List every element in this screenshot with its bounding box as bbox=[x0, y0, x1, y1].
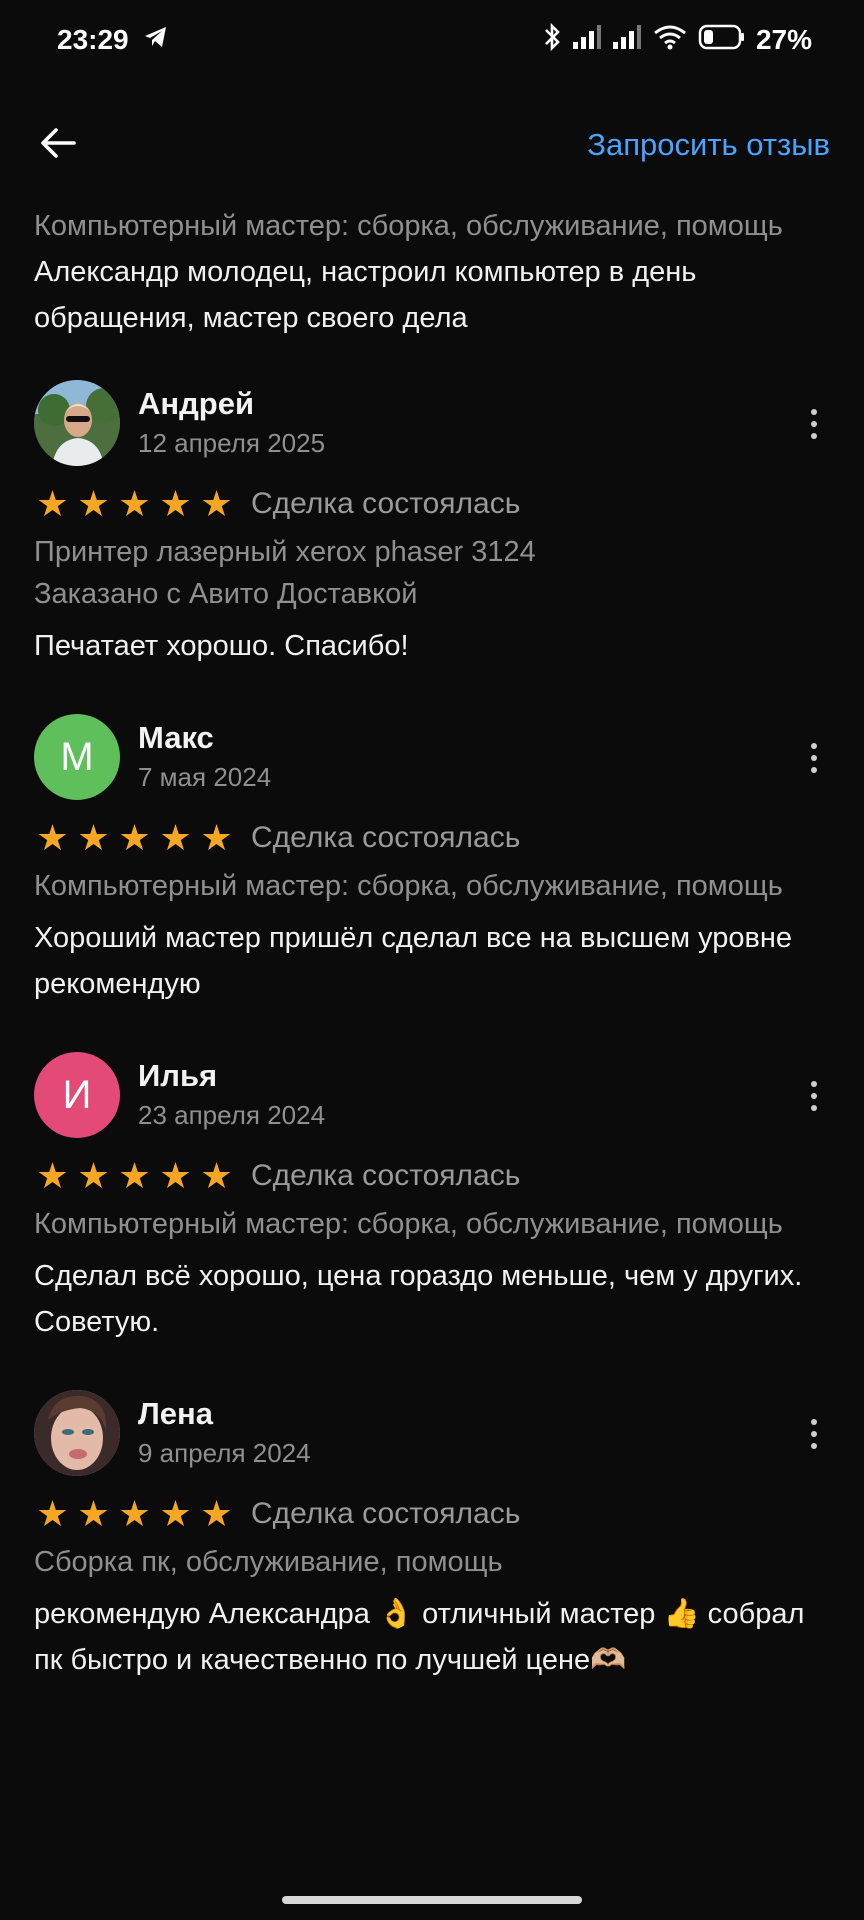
star-icon: ★ bbox=[36, 1155, 69, 1196]
review-date: 9 апреля 2024 bbox=[138, 1438, 311, 1468]
more-options-button[interactable] bbox=[794, 1071, 834, 1121]
star-icon: ★ bbox=[77, 817, 110, 858]
star-icon: ★ bbox=[200, 1155, 233, 1196]
star-icon: ★ bbox=[118, 1155, 151, 1196]
review-date: 12 апреля 2025 bbox=[138, 428, 326, 458]
review-date: 23 апреля 2024 bbox=[138, 1100, 326, 1130]
star-icon: ★ bbox=[200, 483, 233, 524]
battery-percent: 27% bbox=[755, 24, 812, 55]
avatar-letter: И bbox=[62, 1072, 92, 1117]
review-service: Компьютерный мастер: сборка, обслуживани… bbox=[34, 210, 783, 242]
reviews-list: Компьютерный мастер: сборка, обслуживани… bbox=[34, 205, 834, 1683]
partial-review: Компьютерный мастер: сборка, обслуживани… bbox=[34, 205, 834, 341]
arrow-left-icon bbox=[38, 126, 78, 165]
author-info: Илья 23 апреля 2024 bbox=[138, 1057, 325, 1133]
star-icon: ★ bbox=[118, 817, 151, 858]
review-service: Принтер лазерный xerox phaser 3124 bbox=[34, 536, 536, 568]
star-icon: ★ bbox=[36, 483, 69, 524]
star-rating: ★ ★ ★ ★ ★ bbox=[34, 818, 235, 858]
star-icon: ★ bbox=[159, 1493, 192, 1534]
review-text: Сделал всё хорошо, цена гораздо меньше, … bbox=[34, 1260, 803, 1338]
rating-row: ★ ★ ★ ★ ★ Сделка состоялась bbox=[34, 481, 834, 527]
home-indicator[interactable] bbox=[282, 1896, 582, 1904]
star-icon: ★ bbox=[200, 817, 233, 858]
telegram-icon bbox=[143, 24, 169, 56]
back-button[interactable] bbox=[38, 123, 82, 167]
author-info: Андрей 12 апреля 2025 bbox=[138, 385, 325, 461]
star-icon: ★ bbox=[159, 817, 192, 858]
review-service: Компьютерный мастер: сборка, обслуживани… bbox=[34, 870, 783, 902]
star-icon: ★ bbox=[118, 483, 151, 524]
author-name: Макс bbox=[138, 720, 214, 755]
review-text: Хороший мастер пришёл сделал все на высш… bbox=[34, 922, 793, 1000]
review-header: Лена 9 апреля 2024 bbox=[34, 1389, 834, 1477]
clock: 23:29 bbox=[57, 24, 129, 55]
rating-row: ★ ★ ★ ★ ★ Сделка состоялась bbox=[34, 1153, 834, 1199]
rating-row: ★ ★ ★ ★ ★ Сделка состоялась bbox=[34, 1491, 834, 1537]
status-left: 23:29 bbox=[57, 24, 169, 56]
request-review-link[interactable]: Запросить отзыв bbox=[587, 127, 830, 163]
deal-status: Сделка состоялась bbox=[251, 1497, 521, 1530]
status-bar: 23:29 27% bbox=[0, 0, 864, 80]
more-options-button[interactable] bbox=[794, 399, 834, 449]
star-rating: ★ ★ ★ ★ ★ bbox=[34, 484, 235, 524]
review-service: Сборка пк, обслуживание, помощь bbox=[34, 1546, 503, 1578]
wifi-icon bbox=[652, 23, 688, 58]
deal-status: Сделка состоялась bbox=[251, 821, 521, 854]
review-text: Александр молодец, настроил компьютер в … bbox=[34, 256, 697, 334]
signal-icon bbox=[612, 24, 642, 57]
review-header: Андрей 12 апреля 2025 bbox=[34, 379, 834, 467]
review-card: Лена 9 апреля 2024 ★ ★ ★ ★ ★ Сделка сост… bbox=[34, 1389, 834, 1683]
star-icon: ★ bbox=[159, 1155, 192, 1196]
star-icon: ★ bbox=[77, 483, 110, 524]
review-card: И Илья 23 апреля 2024 ★ ★ ★ ★ ★ Сделка с… bbox=[34, 1051, 834, 1345]
author-info: Макс 7 мая 2024 bbox=[138, 719, 271, 795]
battery-icon bbox=[698, 24, 746, 57]
author-info: Лена 9 апреля 2024 bbox=[138, 1395, 311, 1471]
more-options-button[interactable] bbox=[794, 1409, 834, 1459]
star-rating: ★ ★ ★ ★ ★ bbox=[34, 1494, 235, 1534]
rating-row: ★ ★ ★ ★ ★ Сделка состоялась bbox=[34, 815, 834, 861]
review-card: М Макс 7 мая 2024 ★ ★ ★ ★ ★ Сделка состо… bbox=[34, 713, 834, 1007]
avatar[interactable]: М bbox=[34, 714, 120, 800]
star-icon: ★ bbox=[36, 1493, 69, 1534]
star-icon: ★ bbox=[36, 817, 69, 858]
status-right: 27% bbox=[542, 22, 812, 59]
star-rating: ★ ★ ★ ★ ★ bbox=[34, 1156, 235, 1196]
avatar[interactable]: И bbox=[34, 1052, 120, 1138]
star-icon: ★ bbox=[77, 1155, 110, 1196]
star-icon: ★ bbox=[77, 1493, 110, 1534]
deal-status: Сделка состоялась bbox=[251, 487, 521, 520]
deal-status: Сделка состоялась bbox=[251, 1159, 521, 1192]
signal-icon bbox=[572, 24, 602, 57]
more-options-button[interactable] bbox=[794, 733, 834, 783]
review-text: рекомендую Александра 👌 отличный мастер … bbox=[34, 1598, 805, 1676]
delivery-note: Заказано с Авито Доставкой bbox=[34, 578, 418, 610]
review-date: 7 мая 2024 bbox=[138, 762, 272, 792]
author-name: Лена bbox=[138, 1396, 213, 1431]
author-name: Андрей bbox=[138, 386, 255, 421]
author-name: Илья bbox=[138, 1058, 218, 1093]
avatar[interactable] bbox=[34, 1390, 120, 1476]
review-service: Компьютерный мастер: сборка, обслуживани… bbox=[34, 1208, 783, 1240]
star-icon: ★ bbox=[200, 1493, 233, 1534]
review-text: Печатает хорошо. Спасибо! bbox=[34, 630, 409, 662]
review-card: Андрей 12 апреля 2025 ★ ★ ★ ★ ★ Сделка с… bbox=[34, 379, 834, 669]
bluetooth-icon bbox=[542, 22, 562, 59]
avatar[interactable] bbox=[34, 380, 120, 466]
top-bar: Запросить отзыв bbox=[0, 110, 864, 180]
star-icon: ★ bbox=[118, 1493, 151, 1534]
avatar-letter: М bbox=[60, 734, 94, 779]
star-icon: ★ bbox=[159, 483, 192, 524]
review-header: М Макс 7 мая 2024 bbox=[34, 713, 834, 801]
review-header: И Илья 23 апреля 2024 bbox=[34, 1051, 834, 1139]
